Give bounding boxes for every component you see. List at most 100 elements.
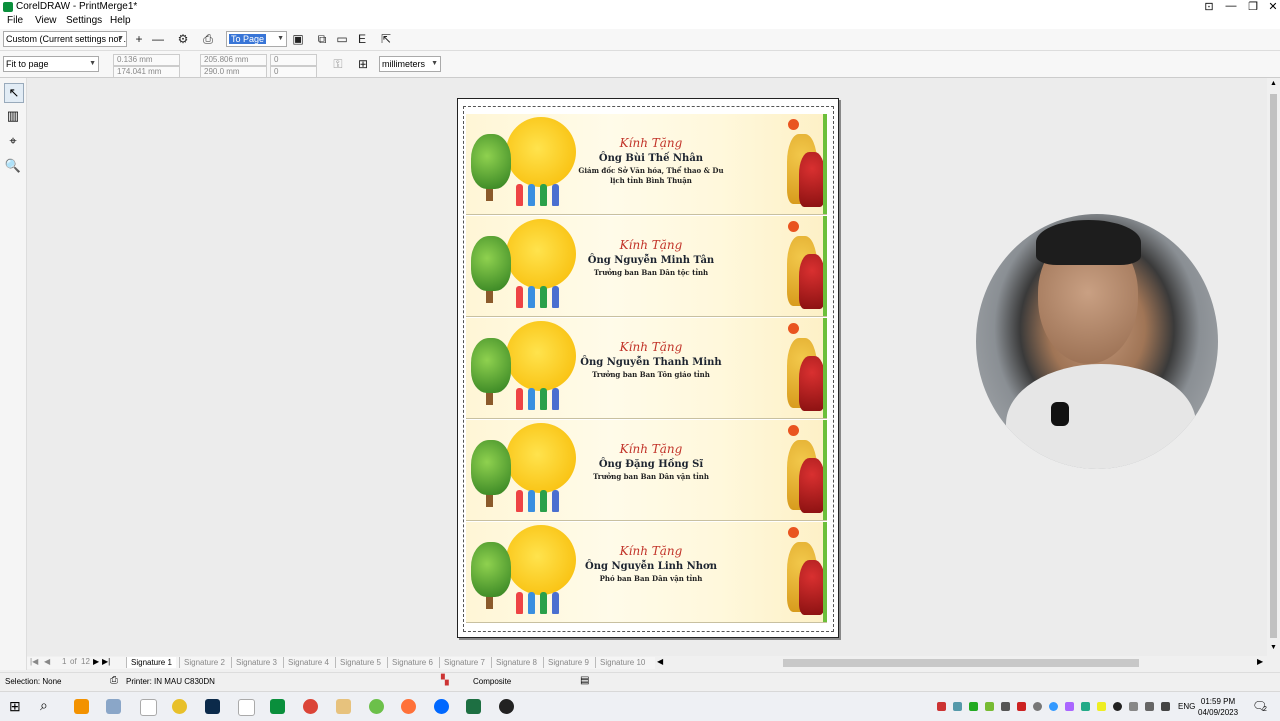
tab-signature-3[interactable]: Signature 3 <box>231 657 281 668</box>
scale-y-field[interactable]: 0 <box>270 66 317 78</box>
lock-ratio-icon[interactable]: ⚿ <box>330 56 346 72</box>
coreldraw-icon[interactable] <box>270 699 285 714</box>
position-x-field[interactable]: 0.136 mm <box>113 54 180 66</box>
greeting-card[interactable]: Kính Tặng Ông Bùi Thế Nhân Giám đốc Sở V… <box>466 114 827 215</box>
tab-signature-7[interactable]: Signature 7 <box>439 657 489 668</box>
taskbar-clock[interactable]: 01:59 PM 04/09/2023 <box>1198 696 1238 718</box>
scale-x-field[interactable]: 0 <box>270 54 317 66</box>
restore-button[interactable]: ❐ <box>1242 0 1264 13</box>
tab-signature-4[interactable]: Signature 4 <box>283 657 333 668</box>
cloud-icon[interactable] <box>1033 702 1042 711</box>
tab-signature-1[interactable]: Signature 1 <box>126 657 176 668</box>
close-button[interactable]: ✕ <box>1262 0 1280 13</box>
page-current[interactable]: 1 <box>62 657 66 666</box>
photoshop-icon[interactable] <box>205 699 220 714</box>
shield-icon[interactable] <box>1081 702 1090 711</box>
zoom-select[interactable]: Fit to page ▼ <box>3 56 99 72</box>
pen-icon[interactable] <box>1065 702 1074 711</box>
tray-icon[interactable] <box>1049 702 1058 711</box>
horizontal-scroll-thumb[interactable] <box>783 659 1139 667</box>
red-lion-graphic <box>799 254 825 309</box>
tray-icon[interactable] <box>985 702 994 711</box>
menu-help[interactable]: Help <box>110 15 131 26</box>
excel-icon[interactable] <box>466 699 481 714</box>
scroll-right-icon[interactable]: ▶ <box>1257 657 1263 666</box>
pick-tool-icon[interactable]: ↖ <box>4 83 24 103</box>
settings-gear-icon[interactable]: ⚙ <box>175 31 191 47</box>
last-page-icon[interactable]: ▶| <box>102 657 110 666</box>
document-icon[interactable]: ▤ <box>580 675 589 686</box>
tree-graphic <box>471 440 511 495</box>
greeting-card[interactable]: Kính Tặng Ông Nguyễn Linh Nhơn Phó ban B… <box>466 522 827 623</box>
windows-start-icon[interactable]: ⊞ <box>9 698 21 715</box>
scroll-up-icon[interactable]: ▲ <box>1270 80 1277 87</box>
vertical-scroll-thumb[interactable] <box>1270 94 1277 638</box>
prev-page-icon[interactable]: ◀ <box>44 657 50 666</box>
layout-grid-icon[interactable]: ⊞ <box>355 56 371 72</box>
menu-file[interactable]: File <box>7 15 23 26</box>
add-icon[interactable]: + <box>131 31 147 47</box>
zoom-tool-icon[interactable]: 🔍 <box>4 157 22 175</box>
recipient-role: Trưởng ban Ban Dân tộc tỉnh <box>593 268 709 277</box>
tray-icon[interactable] <box>953 702 962 711</box>
tab-signature-6[interactable]: Signature 6 <box>387 657 437 668</box>
print-preset-select[interactable]: Custom (Current settings not ... ▼ <box>3 31 127 47</box>
units-select[interactable]: millimeters ▼ <box>379 56 441 72</box>
menu-settings[interactable]: Settings <box>66 15 102 26</box>
tray-icon[interactable] <box>969 702 978 711</box>
invert-icon[interactable]: ▭ <box>334 31 350 47</box>
tray-icon[interactable] <box>1113 702 1122 711</box>
scroll-down-icon[interactable]: ▼ <box>1270 644 1277 651</box>
remove-icon[interactable]: — <box>150 31 166 47</box>
tab-signature-8[interactable]: Signature 8 <box>491 657 541 668</box>
minimize-button[interactable]: — <box>1220 0 1242 12</box>
fit-mode-select[interactable]: To Page ▼ <box>226 31 287 47</box>
scroll-left-icon[interactable]: ◀ <box>657 657 663 666</box>
greeting-card[interactable]: Kính Tặng Ông Nguyễn Minh Tân Trưởng ban… <box>466 216 827 317</box>
firefox-icon[interactable] <box>401 699 416 714</box>
folder-icon[interactable] <box>336 699 351 714</box>
search-icon[interactable]: ⌕ <box>40 697 48 714</box>
zalo-icon[interactable] <box>434 699 449 714</box>
tray-icon[interactable] <box>1001 702 1010 711</box>
next-page-icon[interactable]: ▶ <box>93 657 99 666</box>
file-icon[interactable] <box>238 699 255 716</box>
greeting-card[interactable]: Kính Tặng Ông Nguyễn Thanh Minh Trưởng b… <box>466 318 827 419</box>
user-icon[interactable]: ⊡ <box>1198 0 1220 13</box>
language-indicator[interactable]: ENG <box>1178 702 1195 711</box>
vlc-icon[interactable] <box>74 699 89 714</box>
file-icon[interactable] <box>140 699 157 716</box>
chrome-icon[interactable] <box>303 699 318 714</box>
tray-icon[interactable] <box>937 702 946 711</box>
app-icon[interactable] <box>499 699 514 714</box>
first-page-icon[interactable]: |◀ <box>30 657 38 666</box>
app-icon[interactable] <box>369 699 384 714</box>
tray-icon[interactable] <box>1017 702 1026 711</box>
tab-signature-5[interactable]: Signature 5 <box>335 657 385 668</box>
horizontal-scrollbar[interactable]: ◀ ▶ <box>655 657 1267 669</box>
greeting-card[interactable]: Kính Tặng Ông Đặng Hồng Sĩ Trưởng ban Ba… <box>466 420 827 521</box>
position-y-field[interactable]: 174.041 mm <box>113 66 180 78</box>
microphone-icon[interactable] <box>1161 702 1170 711</box>
close-preview-icon[interactable]: ⇱ <box>378 31 394 47</box>
marks-placement-icon[interactable]: ⌖ <box>4 132 22 150</box>
network-icon[interactable] <box>1129 702 1138 711</box>
tab-signature-9[interactable]: Signature 9 <box>543 657 593 668</box>
bamboo-graphic <box>823 318 827 418</box>
tray-icon[interactable] <box>1097 702 1106 711</box>
height-field[interactable]: 290.0 mm <box>200 66 267 78</box>
width-field[interactable]: 205.806 mm <box>200 54 267 66</box>
menu-view[interactable]: View <box>35 15 57 26</box>
app-icon[interactable] <box>106 699 121 714</box>
tab-signature-2[interactable]: Signature 2 <box>179 657 229 668</box>
print-preview-toolbar: Custom (Current settings not ... ▼ + — ⚙… <box>0 29 1280 51</box>
mirror-icon[interactable]: E <box>354 31 370 47</box>
color-separations-icon[interactable]: ⧉ <box>314 31 330 47</box>
chrome-icon[interactable] <box>172 699 187 714</box>
print-icon[interactable]: ⎙ <box>200 31 216 47</box>
tab-signature-10[interactable]: Signature 10 <box>595 657 649 668</box>
volume-icon[interactable] <box>1145 702 1154 711</box>
vertical-scrollbar[interactable]: ▲ ▼ <box>1267 78 1280 656</box>
full-screen-icon[interactable]: ▣ <box>290 31 306 47</box>
imposition-layout-icon[interactable]: ▥ <box>4 107 22 125</box>
